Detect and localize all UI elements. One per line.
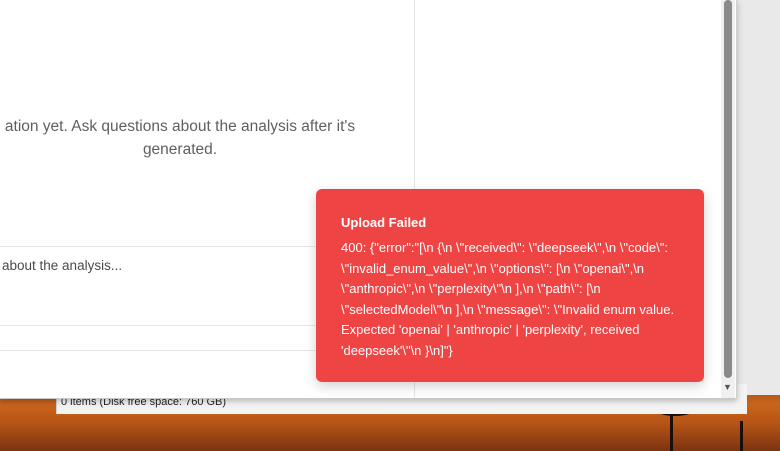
- background-window-edge: [736, 0, 780, 395]
- toast-title: Upload Failed: [341, 215, 427, 230]
- chat-empty-state-text: ation yet. Ask questions about the analy…: [4, 118, 356, 158]
- tree-silhouette: [670, 411, 673, 451]
- error-toast[interactable]: Upload Failed 400: {"error":"[\n {\n \"r…: [316, 189, 704, 382]
- tree-silhouette: [740, 421, 743, 451]
- scroll-down-arrow-icon[interactable]: ▼: [723, 382, 732, 392]
- scrollbar-thumb[interactable]: [724, 0, 732, 378]
- toast-message: 400: {"error":"[\n {\n \"received\": \"d…: [341, 240, 675, 358]
- chat-input-placeholder: about the analysis...: [2, 258, 123, 273]
- vertical-scrollbar[interactable]: ▼: [721, 0, 735, 398]
